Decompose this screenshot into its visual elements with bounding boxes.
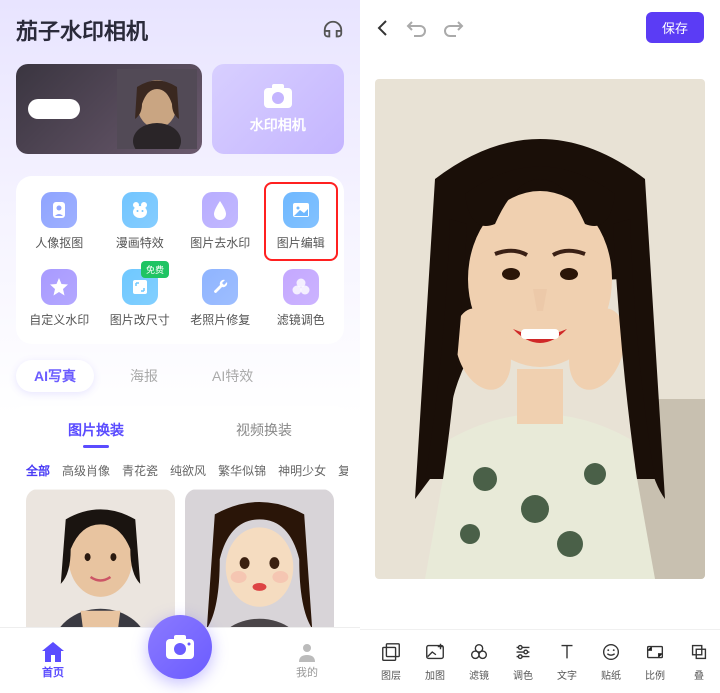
star-icon: [41, 269, 77, 305]
feature-resize[interactable]: 免费图片改尺寸: [103, 269, 178, 328]
nav-mine[interactable]: 我的: [296, 642, 318, 680]
more-icon: [688, 641, 710, 663]
sub-tab[interactable]: 图片换装: [12, 420, 180, 448]
feature-label: 图片去水印: [190, 234, 250, 251]
tool-more[interactable]: 叠: [678, 641, 720, 682]
category-tabs: AI写真海报 AI特效: [0, 344, 360, 392]
feature-label: 漫画特效: [116, 234, 164, 251]
sub-tab[interactable]: 视频换装: [180, 420, 348, 448]
ratio-icon: [644, 641, 666, 663]
editor-toolbar: 图层 加图 滤镜 调色 文字 贴纸 比例 叠: [360, 629, 720, 693]
nav-mine-label: 我的: [296, 664, 318, 680]
addimg-icon: [424, 641, 446, 663]
filter-chip[interactable]: 全部: [26, 462, 50, 479]
home-icon: [42, 642, 64, 662]
camera-icon: [263, 83, 293, 109]
feature-label: 老照片修复: [190, 311, 250, 328]
back-icon[interactable]: [376, 19, 388, 37]
tool-layers[interactable]: 图层: [370, 641, 412, 682]
tool-label: 文字: [557, 667, 577, 682]
layers-icon: [380, 641, 402, 663]
app-title: 茄子水印相机: [16, 14, 148, 46]
banner-row: 水印相机: [0, 54, 360, 164]
filter-row: 全部高级肖像青花瓷纯欲风繁华似锦神明少女复: [12, 448, 348, 489]
feature-image[interactable]: 图片编辑: [264, 192, 339, 251]
filter-chip[interactable]: 复: [338, 462, 348, 479]
feature-grid-card: 人像抠图漫画特效图片去水印图片编辑自定义水印免费图片改尺寸老照片修复滤镜调色: [16, 176, 344, 344]
editor-header: 保存: [360, 0, 720, 55]
app-header: 茄子水印相机: [0, 0, 360, 54]
wrench-icon: [202, 269, 238, 305]
portrait-icon: [41, 192, 77, 228]
feature-droplet[interactable]: 图片去水印: [183, 192, 258, 251]
camera-fab[interactable]: [148, 615, 212, 679]
feature-bear[interactable]: 漫画特效: [103, 192, 178, 251]
tool-adjust[interactable]: 调色: [502, 641, 544, 682]
tool-ratio[interactable]: 比例: [634, 641, 676, 682]
droplet-icon: [202, 192, 238, 228]
watermark-camera-label: 水印相机: [250, 115, 306, 135]
feature-portrait[interactable]: 人像抠图: [22, 192, 97, 251]
save-button[interactable]: 保存: [646, 12, 704, 43]
feature-label: 滤镜调色: [277, 311, 325, 328]
tool-label: 图层: [381, 667, 401, 682]
editor-panel: 保存: [360, 0, 720, 693]
nav-home[interactable]: 首页: [42, 642, 64, 680]
headset-icon[interactable]: [322, 19, 344, 41]
feature-label: 图片改尺寸: [110, 311, 170, 328]
tool-label: 叠: [694, 667, 704, 682]
edited-photo: [375, 79, 705, 579]
text-icon: [556, 641, 578, 663]
filter2-icon: [468, 641, 490, 663]
tool-sticker[interactable]: 贴纸: [590, 641, 632, 682]
adjust-icon: [512, 641, 534, 663]
feature-label: 人像抠图: [35, 234, 83, 251]
filter-chip[interactable]: 青花瓷: [122, 462, 158, 479]
bear-icon: [122, 192, 158, 228]
feature-star[interactable]: 自定义水印: [22, 269, 97, 328]
bottom-nav: 首页 我的: [0, 627, 360, 693]
tool-text[interactable]: 文字: [546, 641, 588, 682]
free-badge: 免费: [141, 261, 169, 278]
tool-addimg[interactable]: 加图: [414, 641, 456, 682]
tool-filter2[interactable]: 滤镜: [458, 641, 500, 682]
person-icon: [297, 642, 317, 662]
nav-home-label: 首页: [42, 664, 64, 680]
filter-chip[interactable]: 繁华似锦: [218, 462, 266, 479]
filter-chip[interactable]: 纯欲风: [170, 462, 206, 479]
sticker-icon: [600, 641, 622, 663]
sub-tabs: 图片换装视频换装: [12, 420, 348, 448]
tool-label: 加图: [425, 667, 445, 682]
camera-icon: [165, 634, 195, 660]
editor-canvas[interactable]: [360, 55, 720, 629]
category-tab[interactable]: AI写真: [16, 360, 94, 392]
category-tab[interactable]: 海报: [112, 360, 176, 392]
redo-icon[interactable]: [444, 19, 464, 37]
tool-label: 比例: [645, 667, 665, 682]
app-home-panel: 茄子水印相机 水印相机 人像抠图漫画特效图片去水印图片编辑自定义水印免费图: [0, 0, 360, 693]
tool-label: 贴纸: [601, 667, 621, 682]
undo-icon[interactable]: [406, 19, 426, 37]
watermark-camera-button[interactable]: 水印相机: [212, 64, 345, 154]
category-tab[interactable]: AI特效: [194, 360, 271, 392]
filter-chip[interactable]: 高级肖像: [62, 462, 110, 479]
tool-label: 滤镜: [469, 667, 489, 682]
feature-label: 自定义水印: [29, 311, 89, 328]
highlight-box: [264, 182, 339, 261]
filter-chip[interactable]: 神明少女: [278, 462, 326, 479]
tool-label: 调色: [513, 667, 533, 682]
feature-filter[interactable]: 滤镜调色: [264, 269, 339, 328]
banner-feature[interactable]: [16, 64, 202, 154]
feature-wrench[interactable]: 老照片修复: [183, 269, 258, 328]
filter-icon: [283, 269, 319, 305]
banner-toggle[interactable]: [28, 99, 80, 119]
